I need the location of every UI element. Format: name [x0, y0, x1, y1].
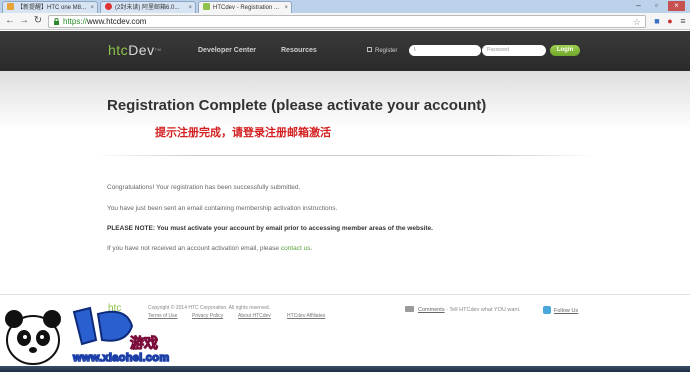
back-icon[interactable]: ← [4, 15, 16, 27]
close-tab-icon[interactable]: × [90, 2, 94, 13]
login-button[interactable]: Login [550, 45, 580, 56]
tab-aliyun-mail[interactable]: (2封未读) 阿里邮箱6.0... × [100, 1, 196, 13]
extension-icon[interactable]: ■ [651, 15, 663, 27]
nav-resources[interactable]: Resources [281, 47, 317, 54]
watermark-url-text: www.xiaohei.com [72, 351, 170, 365]
bookmark-star-icon[interactable]: ☆ [633, 16, 641, 28]
about-link[interactable]: About HTCdev [238, 313, 271, 319]
username-field[interactable]: \ [409, 45, 481, 56]
password-field[interactable]: Password [482, 45, 546, 56]
chinese-annotation: 提示注册完成，请登录注册邮箱激活 [155, 126, 331, 139]
close-window-icon[interactable]: × [668, 1, 685, 11]
tab-htc-forum[interactable]: 【新提醒】HTC one M8... × [2, 1, 98, 13]
browser-tab-strip: 【新提醒】HTC one M8... × (2封未读) 阿里邮箱6.0... × H… [0, 0, 690, 13]
affiliates-link[interactable]: HTCdev Affiliates [287, 313, 325, 319]
comments-area: Comments - Tell HTCdev what YOU want. [405, 306, 521, 313]
twitter-icon [543, 306, 551, 314]
site-header: htcDevTM Developer Center Resources Regi… [0, 31, 690, 71]
forward-icon[interactable]: → [18, 15, 30, 27]
contact-us-link[interactable]: contact us [281, 245, 311, 252]
url-text: https://www.htcdev.com [63, 17, 147, 26]
comments-icon [405, 306, 414, 312]
windows-taskbar [0, 366, 690, 372]
contact-text: If you have not received an account acti… [107, 245, 313, 252]
comments-link[interactable]: Comments [418, 307, 445, 313]
watermark-brand-text: 游戏 [130, 336, 159, 353]
maximize-icon[interactable]: ▫ [648, 1, 665, 11]
address-bar[interactable]: https://www.htcdev.com ☆ [48, 15, 646, 28]
tab-htcdev-registration[interactable]: HTCdev - Registration ... × [198, 1, 292, 13]
browser-toolbar: ← → ↻ https://www.htcdev.com ☆ ■ ● ≡ [0, 13, 690, 30]
email-sent-text: You have just been sent an email contain… [107, 205, 338, 212]
please-note-text: PLEASE NOTE: You must activate your acco… [107, 225, 433, 232]
nav-developer-center[interactable]: Developer Center [198, 47, 256, 54]
page-title: Registration Complete (please activate y… [107, 97, 487, 114]
forum-favicon-icon [7, 3, 14, 10]
lock-icon [54, 18, 59, 25]
close-tab-icon[interactable]: × [284, 2, 288, 13]
htc-favicon-icon [203, 3, 210, 10]
mail-favicon-icon [105, 3, 112, 10]
congrats-text: Congratulations! Your registration has b… [107, 184, 301, 191]
menu-icon[interactable]: ≡ [677, 15, 689, 27]
register-link[interactable]: Register [367, 47, 397, 54]
follow-us-link[interactable]: Follow Us [543, 306, 578, 314]
minimize-icon[interactable]: – [630, 1, 647, 11]
divider [95, 155, 595, 156]
register-icon [367, 47, 372, 52]
htcdev-logo[interactable]: htcDevTM [108, 42, 161, 58]
reload-icon[interactable]: ↻ [32, 15, 44, 27]
close-tab-icon[interactable]: × [188, 2, 192, 13]
extension-icon[interactable]: ● [664, 15, 676, 27]
